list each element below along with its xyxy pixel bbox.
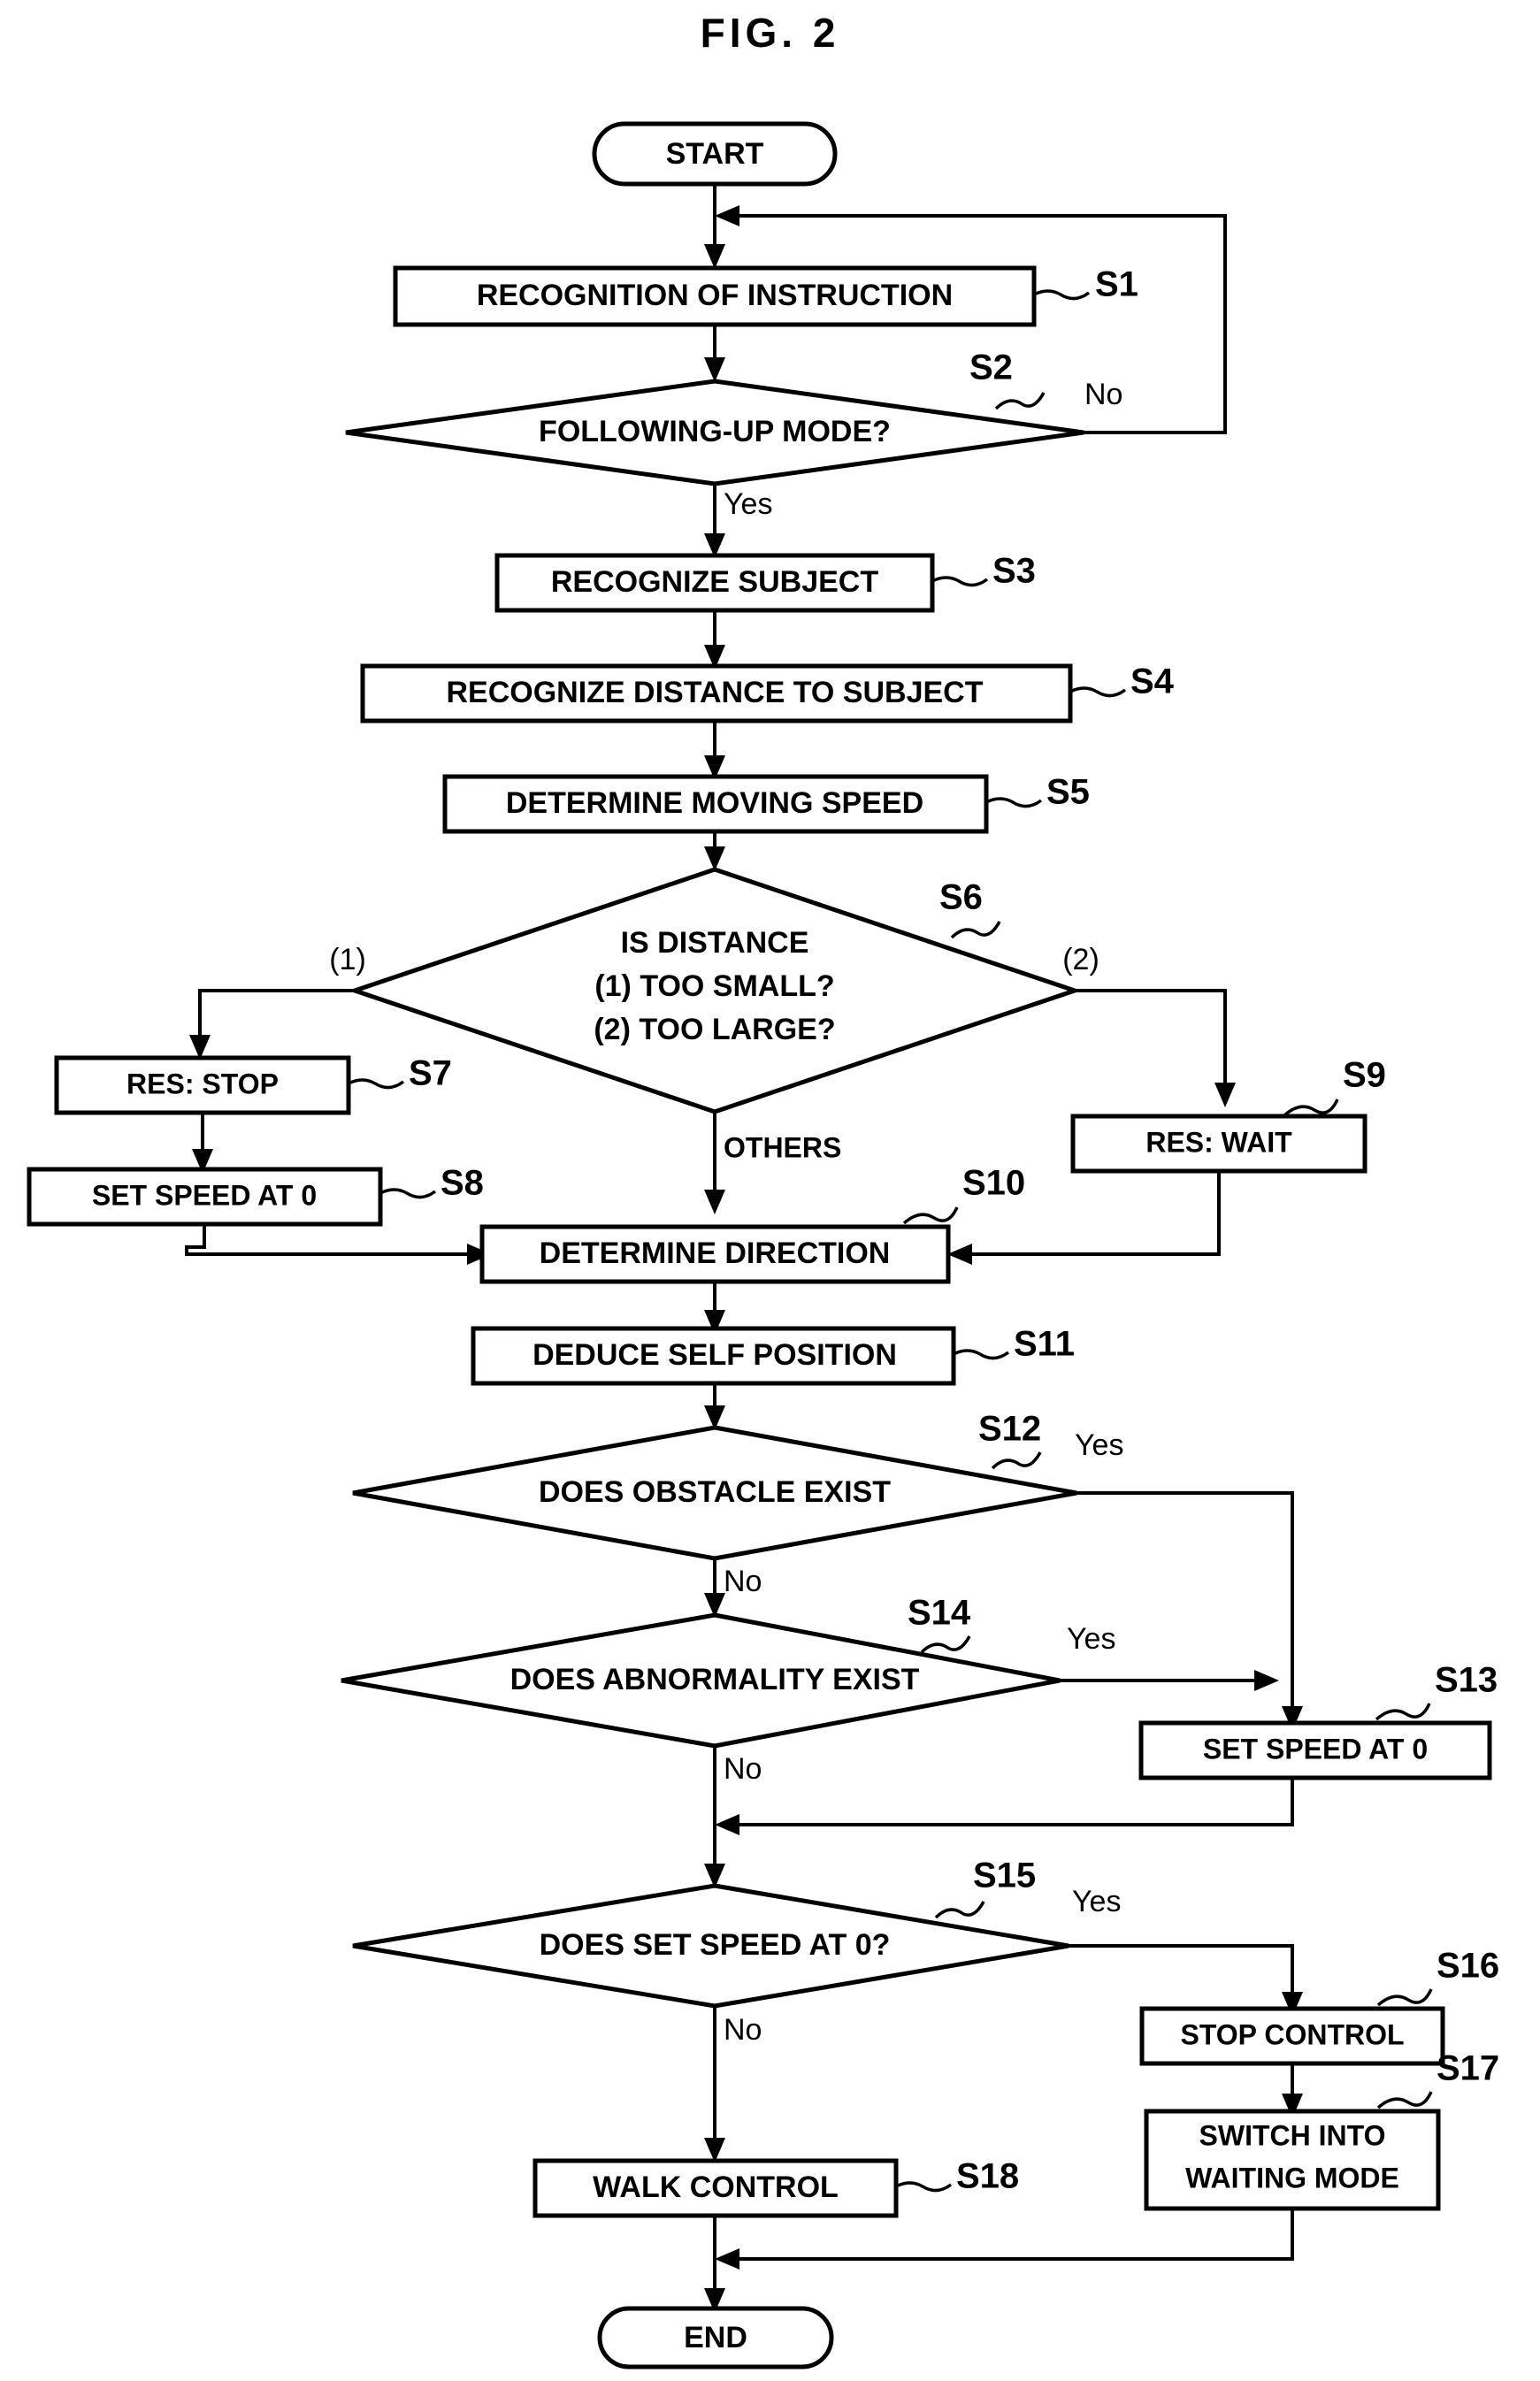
node-s14-yes-label: Yes <box>1067 1622 1115 1656</box>
node-s15-label: DOES SET SPEED AT 0? <box>540 1928 891 1962</box>
node-start: START <box>592 121 838 187</box>
node-s12-no-label: No <box>724 1565 762 1598</box>
node-s2: FOLLOWING-UP MODE? S2 No Yes <box>345 348 1122 521</box>
node-s4-label: RECOGNIZE DISTANCE TO SUBJECT <box>446 676 983 709</box>
node-s5-step: S5 <box>1046 773 1090 812</box>
node-s8-label: SET SPEED AT 0 <box>92 1179 317 1211</box>
node-s12-step: S12 <box>978 1410 1041 1449</box>
node-s15: DOES SET SPEED AT 0? S15 Yes No <box>352 1857 1121 2047</box>
node-s6-label-line3: (2) TOO LARGE? <box>594 1013 835 1046</box>
node-s3: RECOGNIZE SUBJECT S3 <box>494 552 1036 613</box>
node-s12: DOES OBSTACLE EXIST S12 Yes No <box>352 1410 1123 1598</box>
node-s6-step: S6 <box>939 878 983 917</box>
node-s11-step: S11 <box>1014 1325 1075 1364</box>
node-s16: STOP CONTROL S16 <box>1139 1947 1499 2066</box>
node-s3-step: S3 <box>992 552 1036 591</box>
node-s18-step: S18 <box>956 2157 1019 2196</box>
node-s4-step: S4 <box>1130 662 1175 701</box>
edge-s11-s12 <box>704 1383 725 1430</box>
edge-s12-no <box>704 1558 725 1618</box>
edge-s1-s2 <box>704 325 725 382</box>
edge-s3-s4 <box>704 610 725 670</box>
edge-s2-yes <box>704 484 725 558</box>
edge-s4-s5 <box>704 721 725 780</box>
node-s2-yes-label: Yes <box>724 487 772 521</box>
node-s13-label: SET SPEED AT 0 <box>1203 1733 1428 1765</box>
node-s4: RECOGNIZE DISTANCE TO SUBJECT S4 <box>360 662 1175 723</box>
node-s17: SWITCH INTO WAITING MODE S17 <box>1144 2049 1499 2211</box>
node-s13: SET SPEED AT 0 S13 <box>1138 1661 1498 1780</box>
node-s10: DETERMINE DIRECTION S10 <box>479 1164 1025 1284</box>
node-s9: RES: WAIT S9 <box>1070 1056 1386 1174</box>
node-s14-label: DOES ABNORMALITY EXIST <box>510 1663 920 1696</box>
node-s9-step: S9 <box>1343 1056 1386 1095</box>
edge-s7-s8 <box>192 1113 213 1174</box>
edge-s15-yes <box>1069 1944 1303 2017</box>
node-end: END <box>597 2306 834 2370</box>
node-s11-label: DEDUCE SELF POSITION <box>532 1338 897 1372</box>
node-s5: DETERMINE MOVING SPEED S5 <box>442 773 1090 834</box>
edge-s6-branch1 <box>189 989 355 1060</box>
node-s17-label-line2: WAITING MODE <box>1185 2162 1399 2193</box>
node-s18-label: WALK CONTROL <box>593 2170 839 2204</box>
node-s18: WALK CONTROL S18 <box>532 2157 1019 2218</box>
node-s16-step: S16 <box>1437 1947 1499 1986</box>
node-s14-no-label: No <box>724 1752 762 1786</box>
node-s14-step: S14 <box>908 1594 971 1633</box>
node-end-label: END <box>684 2321 747 2354</box>
node-s10-label: DETERMINE DIRECTION <box>540 1236 891 1270</box>
edge-start-s1 <box>704 184 725 269</box>
edge-s12-yes <box>1076 1491 1294 1692</box>
node-s6-label-line1: IS DISTANCE <box>621 926 809 960</box>
node-s15-step: S15 <box>973 1857 1036 1895</box>
node-s7: RES: STOP S7 <box>54 1054 452 1115</box>
node-s6-others-label: OTHERS <box>724 1131 841 1163</box>
node-s6-label-line2: (1) TOO SMALL? <box>594 969 834 1003</box>
node-s9-label: RES: WAIT <box>1145 1126 1292 1158</box>
edge-s18-end <box>704 2216 725 2313</box>
node-s7-label: RES: STOP <box>126 1068 279 1099</box>
node-s11: DEDUCE SELF POSITION S11 <box>471 1325 1075 1386</box>
edge-s14-no <box>704 1746 725 1888</box>
node-s2-step: S2 <box>969 348 1013 387</box>
node-s12-yes-label: Yes <box>1075 1428 1123 1462</box>
node-s10-step: S10 <box>962 1164 1025 1203</box>
node-s6-branch1-label: (1) <box>329 943 366 976</box>
node-s1: RECOGNITION OF INSTRUCTION S1 <box>393 265 1138 327</box>
node-s13-step: S13 <box>1435 1661 1498 1700</box>
node-s15-no-label: No <box>724 2013 762 2047</box>
node-s16-label: STOP CONTROL <box>1180 2018 1404 2050</box>
node-s3-label: RECOGNIZE SUBJECT <box>551 565 878 599</box>
node-s17-step: S17 <box>1437 2049 1499 2088</box>
node-s15-yes-label: Yes <box>1072 1885 1121 1918</box>
node-s1-step: S1 <box>1095 265 1138 304</box>
node-s2-no-label: No <box>1084 378 1122 411</box>
node-s5-label: DETERMINE MOVING SPEED <box>506 786 923 820</box>
edge-s5-s6 <box>704 831 725 871</box>
node-s2-label: FOLLOWING-UP MODE? <box>539 415 891 448</box>
node-s12-label: DOES OBSTACLE EXIST <box>539 1475 891 1509</box>
node-s14: DOES ABNORMALITY EXIST S14 Yes No <box>341 1594 1115 1786</box>
node-s17-label-line1: SWITCH INTO <box>1199 2119 1386 2151</box>
edge-s14-yes <box>1060 1670 1279 1691</box>
edge-s6-others <box>704 1112 725 1214</box>
node-start-label: START <box>666 137 764 171</box>
edge-s8-s10 <box>185 1224 492 1265</box>
edge-s15-no <box>704 2006 725 2163</box>
node-s6-branch2-label: (2) <box>1062 943 1099 976</box>
flowchart-canvas: START RECOGNITION OF INSTRUCTION S1 FOLL… <box>27 121 1499 2370</box>
node-s1-label: RECOGNITION OF INSTRUCTION <box>477 279 953 312</box>
edge-s13-merge <box>715 1778 1294 1835</box>
node-s8: SET SPEED AT 0 S8 <box>27 1164 484 1227</box>
edge-s6-branch2 <box>1075 989 1236 1107</box>
node-s7-step: S7 <box>409 1054 452 1093</box>
node-s8-step: S8 <box>441 1164 484 1203</box>
figure-page: FIG. 2 START RECOGNITION OF INSTRUCTION … <box>0 0 1540 2381</box>
